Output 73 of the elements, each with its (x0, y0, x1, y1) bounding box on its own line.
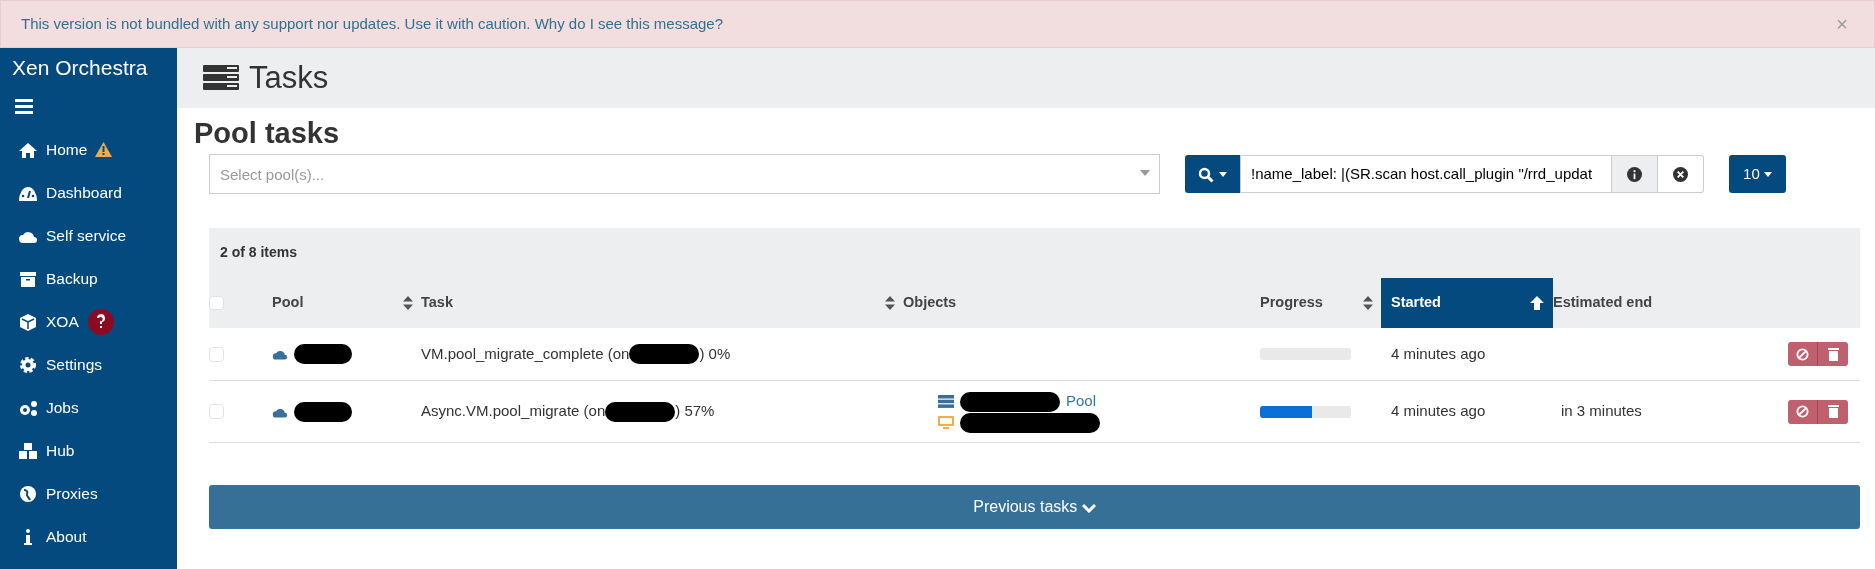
nav-link[interactable]: About (0, 515, 177, 558)
search-field[interactable]: !name_label: |(SR.scan host.call_plugin "/rrd_updat (1240, 155, 1612, 193)
nav-link[interactable]: XOA (0, 300, 177, 343)
nav-link[interactable]: Settings (0, 343, 177, 386)
redaction-mark (629, 344, 700, 364)
nav-link[interactable]: Home (0, 128, 177, 171)
nav-link[interactable]: Jobs (0, 386, 177, 429)
nav-link[interactable]: Dashboard (0, 171, 177, 214)
cube-icon (18, 312, 38, 331)
select-all-checkbox[interactable] (209, 295, 224, 311)
menu-icon[interactable] (15, 96, 35, 115)
app-title: Xen Orchestra (11, 55, 149, 81)
nav-link[interactable]: Self service (0, 214, 177, 257)
clear-button[interactable] (1658, 155, 1704, 193)
row-checkbox[interactable] (209, 404, 224, 419)
column-header[interactable]: Progress (1260, 278, 1381, 328)
column-header[interactable]: Pool (272, 278, 421, 328)
started-time: 4 minutes ago (1391, 401, 1486, 422)
nav-link[interactable]: Hub (0, 429, 177, 472)
gears-icon (18, 398, 38, 417)
search-icon (1198, 166, 1215, 183)
column-header[interactable]: Started (1381, 278, 1553, 328)
home-icon (18, 140, 38, 159)
server-icon (938, 395, 954, 408)
monitor-icon (938, 415, 954, 430)
cancel-icon (1796, 405, 1809, 418)
sort-icon (1363, 296, 1373, 311)
alert-message: This version is not bundled with any support nor updates. Use it with caution. Why do I see this message? (21, 13, 724, 34)
redaction-mark (294, 344, 352, 364)
clear-icon (1673, 166, 1688, 182)
caret-icon (1218, 172, 1227, 178)
section-title: Pool tasks (194, 116, 341, 151)
column-header[interactable]: Task (421, 278, 903, 328)
pool-select[interactable]: Select pool(s)... (209, 154, 1160, 194)
caret-icon (1763, 172, 1772, 178)
chevron-down-icon (1081, 502, 1096, 513)
help-link[interactable]: Why do I see this message? (534, 14, 724, 32)
settings-icon (18, 355, 38, 374)
info-icon (1627, 166, 1642, 182)
search-button[interactable] (1185, 155, 1240, 193)
server-icon (203, 65, 239, 91)
globe-icon (18, 484, 38, 503)
nav-link[interactable]: Proxies (0, 472, 177, 515)
task-name: VM.pool_migrate_complete (on (421, 343, 630, 364)
row-checkbox[interactable] (209, 346, 224, 362)
sort-icon (403, 296, 413, 311)
item-count: 2 of 8 items (220, 244, 298, 260)
sort-ascending-icon (1529, 295, 1545, 312)
trash-icon (1827, 405, 1839, 418)
page-size-button[interactable]: 10 (1729, 155, 1786, 193)
cancel-icon (1796, 347, 1809, 361)
redaction-mark (294, 401, 352, 422)
info-button[interactable] (1612, 155, 1658, 193)
cancel-button[interactable] (1788, 342, 1818, 366)
caret-icon (1140, 170, 1150, 176)
boxes-icon (18, 441, 38, 460)
cloud-icon (272, 348, 288, 360)
delete-button[interactable] (1818, 342, 1848, 366)
estimated-end: in 3 minutes (1561, 401, 1642, 422)
column-header[interactable]: Estimated end (1553, 278, 1765, 328)
delete-button[interactable] (1818, 399, 1848, 424)
task-name: Async.VM.pool_migrate (on (421, 401, 606, 422)
trash-icon (1827, 347, 1839, 361)
page-title: Tasks (249, 58, 329, 97)
archive-icon (18, 269, 38, 288)
previous-tasks-button[interactable]: Previous tasks (209, 485, 1860, 529)
object-link[interactable]: Pool (1066, 390, 1097, 413)
column-header[interactable]: Objects (903, 278, 1260, 328)
started-time: 4 minutes ago (1391, 343, 1486, 364)
nav-link[interactable]: Backup (0, 257, 177, 300)
sort-icon (885, 296, 895, 311)
cancel-button[interactable] (1788, 399, 1818, 424)
redaction-mark (605, 401, 676, 422)
